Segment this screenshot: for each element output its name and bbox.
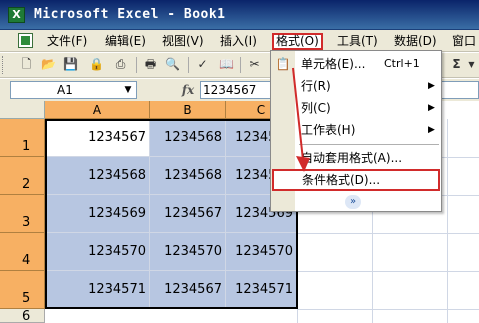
- cut-icon[interactable]: ✂: [246, 56, 263, 73]
- toolbar-grip[interactable]: [2, 56, 5, 74]
- cell-b1[interactable]: 1234568: [150, 119, 226, 157]
- new-icon[interactable]: 🗋: [18, 56, 35, 73]
- gridline: [297, 309, 479, 310]
- window-title: Microsoft Excel - Book1: [34, 7, 226, 22]
- menu-item-sheet[interactable]: 工作表(H) ▶: [271, 119, 441, 141]
- gridline: [447, 119, 448, 323]
- format-cells-icon: 📋: [275, 57, 291, 71]
- cell-b4[interactable]: 1234570: [150, 233, 226, 271]
- cell-c4[interactable]: 1234570: [226, 233, 297, 271]
- spelling-icon[interactable]: 🔍: [164, 56, 181, 73]
- open-icon[interactable]: 📂: [40, 56, 57, 73]
- toolbar-separator: [136, 57, 137, 73]
- row-header-5[interactable]: 5: [0, 271, 45, 309]
- row-header-2[interactable]: 2: [0, 157, 45, 195]
- print-icon[interactable]: ⎙: [112, 56, 129, 73]
- row-header-6[interactable]: 6: [0, 309, 45, 323]
- title-bar: X Microsoft Excel - Book1: [0, 0, 479, 30]
- format-menu-dropdown: 📋 单元格(E)... Ctrl+1 行(R) ▶ 列(C) ▶ 工作表(H) …: [270, 50, 442, 212]
- submenu-arrow-icon: ▶: [428, 103, 435, 113]
- workbook-icon[interactable]: [18, 33, 33, 48]
- cell-a2[interactable]: 1234568: [45, 157, 150, 195]
- select-all-corner[interactable]: [0, 101, 45, 119]
- research-icon[interactable]: ✓: [194, 56, 211, 73]
- print-preview-icon[interactable]: 🖶: [142, 56, 159, 73]
- cell-a5[interactable]: 1234571: [45, 271, 150, 309]
- cell-b3[interactable]: 1234567: [150, 195, 226, 233]
- menu-insert[interactable]: 插入(I): [218, 33, 259, 50]
- menu-format[interactable]: 格式(O): [272, 33, 323, 50]
- menu-window[interactable]: 窗口: [450, 33, 478, 50]
- submenu-arrow-icon: ▶: [428, 125, 435, 135]
- menu-item-cells[interactable]: 📋 单元格(E)... Ctrl+1: [271, 53, 441, 75]
- menu-edit[interactable]: 编辑(E): [103, 33, 148, 50]
- menu-separator: [299, 144, 439, 145]
- column-header-b[interactable]: B: [150, 101, 226, 119]
- menu-tools[interactable]: 工具(T): [335, 33, 380, 50]
- menu-bar: 文件(F) 编辑(E) 视图(V) 插入(I) 格式(O) 工具(T) 数据(D…: [0, 30, 479, 52]
- menu-item-autoformat[interactable]: 自动套用格式(A)...: [271, 147, 441, 169]
- gridline: [297, 271, 479, 272]
- row-header-1[interactable]: 1: [0, 119, 45, 157]
- insert-function-icon[interactable]: fx: [180, 82, 196, 98]
- menu-file[interactable]: 文件(F): [45, 33, 89, 50]
- research-book-icon[interactable]: 📖: [218, 56, 235, 73]
- cell-b2[interactable]: 1234568: [150, 157, 226, 195]
- toolbar-separator: [188, 57, 189, 73]
- cell-c5[interactable]: 1234571: [226, 271, 297, 309]
- row-header-4[interactable]: 4: [0, 233, 45, 271]
- submenu-arrow-icon: ▶: [428, 81, 435, 91]
- menu-item-column[interactable]: 列(C) ▶: [271, 97, 441, 119]
- chevron-down-icon[interactable]: ▼: [122, 84, 134, 96]
- cell-a4[interactable]: 1234570: [45, 233, 150, 271]
- sum-dropdown-icon[interactable]: ▼: [463, 56, 479, 73]
- row-header-3[interactable]: 3: [0, 195, 45, 233]
- menu-view[interactable]: 视图(V): [160, 33, 206, 50]
- column-header-a[interactable]: A: [45, 101, 150, 119]
- toolbar-separator: [240, 57, 241, 73]
- name-box[interactable]: A1: [10, 81, 137, 99]
- menu-item-row[interactable]: 行(R) ▶: [271, 75, 441, 97]
- cell-b5[interactable]: 1234567: [150, 271, 226, 309]
- save-icon[interactable]: 💾: [62, 56, 79, 73]
- permission-icon[interactable]: 🔒: [88, 56, 105, 73]
- cell-a3[interactable]: 1234569: [45, 195, 150, 233]
- gridline: [297, 233, 479, 234]
- menu-data[interactable]: 数据(D): [392, 33, 439, 50]
- menu-item-conditional-formatting[interactable]: 条件格式(D)...: [272, 169, 440, 191]
- expand-menu-icon[interactable]: »: [345, 195, 361, 209]
- cell-a1[interactable]: 1234567: [45, 119, 150, 157]
- excel-icon: X: [8, 7, 25, 23]
